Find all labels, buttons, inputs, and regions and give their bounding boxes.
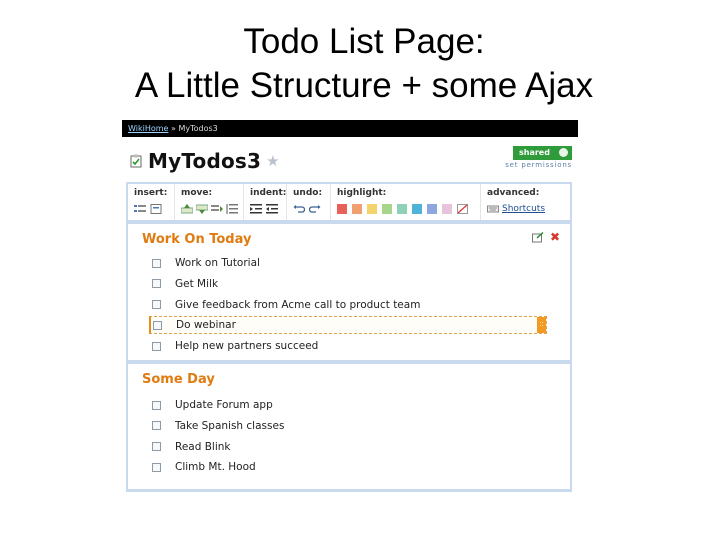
highlight-swatch-pink[interactable] bbox=[442, 204, 452, 214]
shared-badge[interactable]: shared bbox=[513, 146, 572, 160]
todo-item[interactable]: Give feedback from Acme call to product … bbox=[152, 296, 550, 314]
todo-checkbox[interactable] bbox=[152, 300, 161, 310]
todo-item[interactable]: Update Forum app bbox=[152, 396, 550, 414]
highlight-swatch-teal[interactable] bbox=[397, 204, 407, 214]
breadcrumb-home-link[interactable]: WikiHome bbox=[128, 124, 168, 133]
sharing-panel: shared set permissions bbox=[505, 142, 572, 169]
todo-list: Update Forum app Take Spanish classes Re… bbox=[152, 396, 550, 479]
todo-checkbox[interactable] bbox=[152, 442, 161, 452]
insert-section-icon[interactable] bbox=[150, 204, 162, 214]
page-header: MyTodos3 ★ bbox=[130, 149, 280, 173]
toolbar-move-group: move: bbox=[175, 184, 244, 220]
toolbar-highlight-group: highlight: bbox=[331, 184, 481, 220]
screenshot-panel: WikiHome » MyTodos3 MyTodos3 ★ shared se… bbox=[122, 120, 578, 498]
person-icon bbox=[559, 148, 568, 157]
todo-item-text: Give feedback from Acme call to product … bbox=[175, 298, 421, 311]
todo-item-text: Climb Mt. Hood bbox=[175, 461, 256, 474]
section-work-on-today: Work On Today ✖ Work on Tutorial Get Mil… bbox=[128, 224, 570, 360]
page-title: MyTodos3 bbox=[148, 149, 262, 173]
todo-item-text: Update Forum app bbox=[175, 399, 273, 411]
highlight-swatch-blue[interactable] bbox=[412, 204, 422, 214]
breadcrumb: WikiHome » MyTodos3 bbox=[122, 120, 578, 137]
todo-item-text: Work on Tutorial bbox=[175, 257, 260, 269]
todo-item-text: Do webinar bbox=[176, 319, 236, 332]
todo-item-text: Read Blink bbox=[175, 440, 231, 453]
insert-item-icon[interactable] bbox=[134, 204, 146, 214]
toolbar-insert-group: insert: bbox=[128, 184, 175, 220]
sort-list-icon[interactable] bbox=[226, 204, 238, 214]
highlight-swatch-red[interactable] bbox=[337, 204, 347, 214]
todo-item-selected[interactable]: Do webinar :: bbox=[149, 316, 547, 335]
todo-list: Work on Tutorial Get Milk Give feedback … bbox=[149, 254, 550, 358]
toolbar-highlight-label: highlight: bbox=[337, 188, 387, 198]
undo-icon[interactable] bbox=[293, 204, 305, 214]
todo-checkbox[interactable] bbox=[153, 320, 162, 330]
todo-item[interactable]: Get Milk bbox=[152, 275, 550, 293]
todo-item[interactable]: Help new partners succeed bbox=[152, 337, 550, 355]
outdent-icon[interactable] bbox=[266, 204, 278, 214]
shared-label: shared bbox=[519, 148, 550, 157]
toolbar-advanced-group: advanced: Shortcuts bbox=[481, 184, 570, 220]
drag-handle-icon[interactable]: :: bbox=[537, 317, 546, 334]
toolbar-indent-group: indent: bbox=[244, 184, 287, 220]
slide-title: Todo List Page: A Little Structure + som… bbox=[0, 20, 728, 108]
highlight-swatch-purple[interactable] bbox=[427, 204, 437, 214]
section-title: Work On Today bbox=[142, 232, 252, 247]
todo-checkbox[interactable] bbox=[152, 341, 161, 351]
indent-icon[interactable] bbox=[250, 204, 262, 214]
todo-checkbox[interactable] bbox=[152, 400, 161, 410]
toolbar-insert-label: insert: bbox=[134, 188, 168, 198]
toolbar-advanced-label: advanced: bbox=[487, 188, 540, 198]
delete-section-icon[interactable]: ✖ bbox=[550, 230, 560, 248]
move-down-icon[interactable] bbox=[196, 204, 208, 214]
todo-item[interactable]: Work on Tutorial bbox=[152, 254, 550, 272]
todo-item[interactable]: Climb Mt. Hood bbox=[152, 458, 550, 476]
toolbar: insert: move: indent: undo: highlight: a… bbox=[128, 184, 570, 220]
todo-checkbox[interactable] bbox=[152, 279, 161, 289]
slide-title-line1: Todo List Page: bbox=[243, 22, 485, 61]
todo-checkbox[interactable] bbox=[152, 258, 161, 268]
todo-item-text: Help new partners succeed bbox=[175, 340, 319, 353]
toolbar-undo-label: undo: bbox=[293, 188, 323, 198]
todo-list-icon bbox=[130, 154, 142, 168]
shortcuts-link[interactable]: Shortcuts bbox=[502, 204, 545, 214]
highlight-swatch-green[interactable] bbox=[382, 204, 392, 214]
todo-frame: insert: move: indent: undo: highlight: a… bbox=[126, 182, 572, 492]
redo-icon[interactable] bbox=[309, 204, 321, 214]
todo-checkbox[interactable] bbox=[152, 421, 161, 431]
todo-item-text: Get Milk bbox=[175, 277, 219, 290]
section-some-day: Some Day Update Forum app Take Spanish c… bbox=[128, 364, 570, 489]
slide-title-line2: A Little Structure + some Ajax bbox=[134, 66, 594, 105]
section-title: Some Day bbox=[142, 372, 215, 387]
toolbar-move-label: move: bbox=[181, 188, 213, 198]
todo-item-text: Take Spanish classes bbox=[175, 419, 285, 432]
todo-item[interactable]: Take Spanish classes bbox=[152, 417, 550, 435]
move-to-section-icon[interactable] bbox=[211, 204, 223, 214]
keyboard-icon bbox=[487, 204, 499, 214]
todo-checkbox[interactable] bbox=[152, 462, 161, 472]
todo-item[interactable]: Read Blink bbox=[152, 438, 550, 456]
section-tools: ✖ bbox=[531, 230, 560, 248]
add-to-section-icon[interactable] bbox=[531, 230, 544, 248]
set-permissions-link[interactable]: set permissions bbox=[505, 161, 572, 169]
breadcrumb-separator: » bbox=[170, 124, 176, 133]
breadcrumb-current: MyTodos3 bbox=[178, 124, 218, 133]
highlight-swatch-orange[interactable] bbox=[352, 204, 362, 214]
clear-highlight-icon[interactable] bbox=[457, 204, 469, 214]
move-up-icon[interactable] bbox=[181, 204, 193, 214]
favorite-star-icon[interactable]: ★ bbox=[266, 152, 279, 170]
toolbar-indent-label: indent: bbox=[250, 188, 287, 198]
highlight-swatch-yellow[interactable] bbox=[367, 204, 377, 214]
toolbar-undo-group: undo: bbox=[287, 184, 331, 220]
